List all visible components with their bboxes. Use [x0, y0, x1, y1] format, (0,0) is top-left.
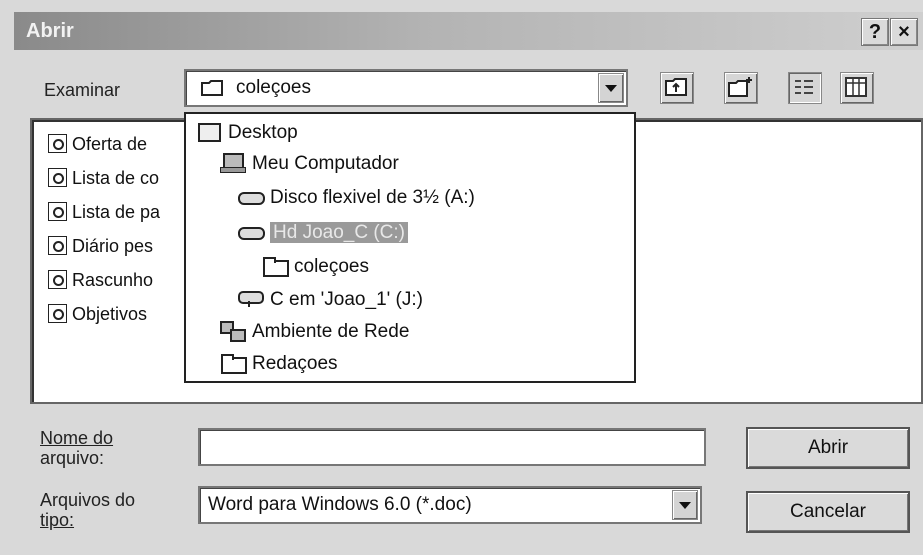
file-item[interactable]: Diário pes: [48, 236, 153, 257]
floppy-drive-icon: [238, 187, 265, 205]
dropdown-item-desktop[interactable]: Desktop: [196, 120, 298, 146]
open-button[interactable]: Abrir: [746, 427, 910, 469]
desktop-icon: [196, 122, 222, 142]
new-folder-icon: [728, 77, 752, 97]
folder-open-icon: [200, 78, 226, 96]
dropdown-item-colecoes[interactable]: coleçoes: [262, 254, 369, 280]
title-bar: Abrir ? ×: [14, 12, 923, 50]
up-one-level-button[interactable]: [660, 72, 694, 104]
list-view-icon: [795, 80, 813, 94]
file-item[interactable]: Lista de pa: [48, 202, 160, 223]
folder-icon: [220, 353, 247, 374]
lookin-label: Examinar: [44, 80, 121, 100]
up-folder-icon: [665, 78, 687, 96]
dropdown-item-my-computer[interactable]: Meu Computador: [220, 151, 399, 177]
dropdown-item-redacoes[interactable]: Redaçoes: [220, 351, 338, 377]
network-drive-icon: [238, 289, 264, 307]
filetype-combo[interactable]: Word para Windows 6.0 (*.doc): [198, 486, 702, 524]
lookin-dropdown-button[interactable]: [598, 73, 624, 103]
lookin-combo[interactable]: coleçoes: [184, 69, 628, 107]
hard-drive-icon: [238, 222, 265, 240]
folder-open-icon: [262, 256, 289, 277]
word-document-icon: [48, 134, 67, 153]
lookin-dropdown-list[interactable]: Desktop Meu Computador Disco flexivel de…: [184, 112, 636, 383]
file-item[interactable]: Objetivos: [48, 304, 147, 325]
window-title: Abrir: [26, 20, 74, 42]
word-document-icon: [48, 304, 67, 323]
dropdown-item-network-drive[interactable]: C em 'Joao_1' (J:): [238, 287, 423, 313]
filetype-dropdown-button[interactable]: [672, 490, 698, 520]
details-view-icon: [845, 77, 867, 97]
filetype-value: Word para Windows 6.0 (*.doc): [208, 494, 472, 515]
file-item[interactable]: Lista de co: [48, 168, 159, 189]
new-folder-button[interactable]: [724, 72, 758, 104]
word-document-icon: [48, 168, 67, 187]
word-document-icon: [48, 270, 67, 289]
dropdown-item-floppy[interactable]: Disco flexivel de 3½ (A:): [238, 185, 475, 211]
network-icon: [220, 321, 246, 342]
filename-label: Nome do arquivo:: [40, 428, 114, 468]
dropdown-item-hard-drive[interactable]: Hd Joao_C (C:): [238, 220, 408, 246]
lookin-value: coleçoes: [236, 77, 311, 98]
open-dialog: Abrir ? × Examinar coleçoes Oferta de Li…: [0, 0, 923, 555]
cancel-button[interactable]: Cancelar: [746, 491, 910, 533]
close-button[interactable]: ×: [890, 18, 918, 46]
filename-input[interactable]: [198, 428, 706, 466]
computer-icon: [220, 153, 246, 173]
file-item[interactable]: Oferta de: [48, 134, 147, 155]
help-button[interactable]: ?: [861, 18, 889, 46]
filetype-label: Arquivos do tipo:: [40, 490, 136, 530]
list-view-button[interactable]: [788, 72, 822, 104]
details-view-button[interactable]: [840, 72, 874, 104]
dropdown-item-network[interactable]: Ambiente de Rede: [220, 319, 409, 345]
file-item[interactable]: Rascunho: [48, 270, 153, 291]
word-document-icon: [48, 236, 67, 255]
word-document-icon: [48, 202, 67, 221]
